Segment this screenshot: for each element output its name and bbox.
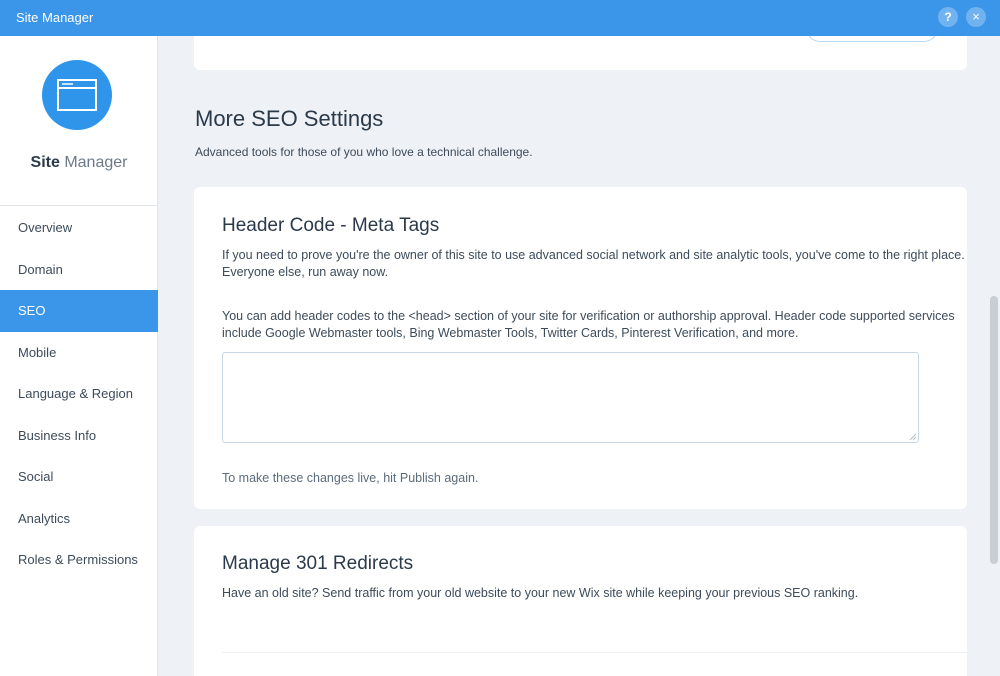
- main-scrollbar[interactable]: [988, 36, 1000, 676]
- help-icon[interactable]: ?: [938, 7, 958, 27]
- close-icon[interactable]: ×: [966, 7, 986, 27]
- sidebar-item-seo[interactable]: SEO: [0, 290, 158, 332]
- redirects-description: Have an old site? Send traffic from your…: [222, 586, 859, 600]
- main-content: More SEO Settings Advanced tools for tho…: [158, 36, 988, 676]
- resize-handle-icon[interactable]: [909, 433, 917, 441]
- sidebar-item-analytics[interactable]: Analytics: [0, 498, 158, 540]
- header-code-input[interactable]: [222, 352, 919, 443]
- redirects-card: Manage 301 Redirects Have an old site? S…: [194, 526, 967, 676]
- sidebar-item-language-region[interactable]: Language & Region: [0, 373, 158, 415]
- scrollbar-thumb[interactable]: [990, 296, 998, 564]
- site-manager-logo: [42, 60, 112, 130]
- redirects-divider: [222, 652, 967, 653]
- sidebar-nav: Overview Domain SEO Mobile Language & Re…: [0, 207, 158, 581]
- sidebar-divider: [0, 205, 158, 206]
- header-code-card: Header Code - Meta Tags If you need to p…: [194, 187, 967, 509]
- title-bar: Site Manager ? ×: [0, 0, 1000, 36]
- redirects-title: Manage 301 Redirects: [222, 553, 414, 574]
- section-subtitle: Advanced tools for those of you who love…: [195, 145, 533, 159]
- previous-card: [194, 36, 967, 70]
- sidebar-item-social[interactable]: Social: [0, 456, 158, 498]
- sidebar-item-mobile[interactable]: Mobile: [0, 332, 158, 374]
- header-code-services: You can add header codes to the <head> s…: [222, 309, 955, 340]
- sidebar-item-roles-permissions[interactable]: Roles & Permissions: [0, 539, 158, 581]
- site-name-rest: Manager: [59, 154, 128, 171]
- section-title: More SEO Settings: [195, 106, 384, 131]
- sidebar-item-business-info[interactable]: Business Info: [0, 415, 158, 457]
- sidebar-item-domain[interactable]: Domain: [0, 249, 158, 291]
- browser-window-icon: [57, 79, 97, 111]
- publish-note: To make these changes live, hit Publish …: [222, 471, 479, 485]
- sidebar: Site Manager Overview Domain SEO Mobile …: [0, 36, 158, 676]
- window-title: Site Manager: [16, 10, 94, 25]
- header-code-description: If you need to prove you're the owner of…: [222, 248, 965, 279]
- previous-card-button[interactable]: [806, 36, 938, 42]
- header-code-title: Header Code - Meta Tags: [222, 215, 440, 236]
- site-name-bold: Site: [30, 154, 60, 171]
- sidebar-item-overview[interactable]: Overview: [0, 207, 158, 249]
- site-name: Site Manager: [0, 154, 158, 172]
